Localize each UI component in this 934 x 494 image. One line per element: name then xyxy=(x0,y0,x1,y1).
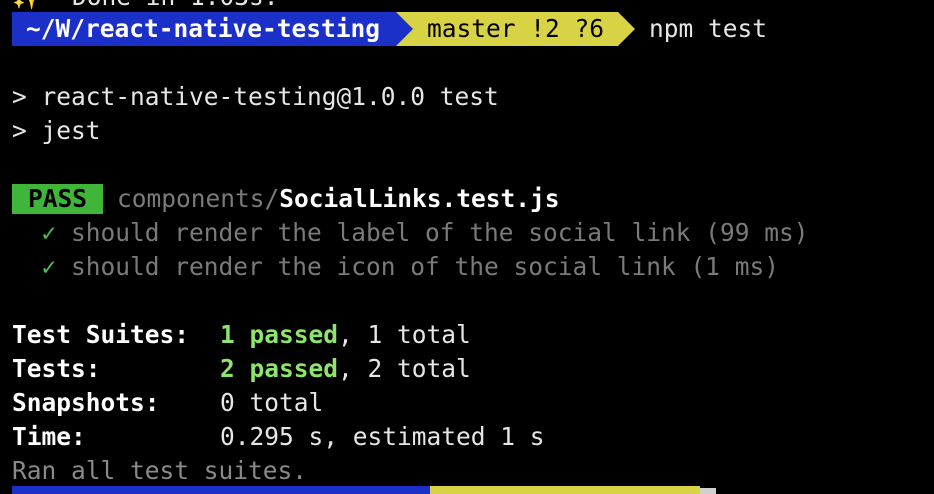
ran-all-text: Ran all test suites. xyxy=(12,456,308,485)
test-case-name: should render the label of the social li… xyxy=(71,218,809,247)
prompt-separator-arrow xyxy=(618,12,636,46)
text-cursor xyxy=(700,488,716,494)
summary-label: Tests: xyxy=(12,354,101,383)
summary-total: , 2 total xyxy=(338,354,471,383)
next-prompt-partial xyxy=(12,486,700,494)
checkmark-icon: ✓ xyxy=(41,218,57,247)
summary-label: Snapshots: xyxy=(12,388,160,417)
summary-passed: 2 passed xyxy=(220,354,339,383)
test-file-path: components/ xyxy=(117,184,280,213)
prompt-command: npm test xyxy=(649,14,768,43)
shell-prompt: ~/W/react-native-testing master !2 ?6 np… xyxy=(12,12,767,46)
terminal-window[interactable]: ✨ Done in 1.03s. ~/W/react-native-testin… xyxy=(0,0,934,494)
summary-time: Time: 0.295 s, estimated 1 s xyxy=(12,420,545,454)
prompt-directory-segment xyxy=(12,486,430,494)
summary-total: , 1 total xyxy=(338,320,471,349)
pass-badge: PASS xyxy=(12,184,104,214)
prompt-directory: ~/W/react-native-testing xyxy=(12,12,397,46)
summary-passed: 1 passed xyxy=(220,320,339,349)
sparkles-icon: ✨ xyxy=(12,0,43,11)
summary-label: Test Suites: xyxy=(12,320,190,349)
summary-suites: Test Suites: 1 passed, 1 total xyxy=(12,318,471,352)
done-text: Done in 1.03s. xyxy=(72,0,279,11)
test-case: ✓ should render the icon of the social l… xyxy=(12,250,780,284)
test-case: ✓ should render the label of the social … xyxy=(12,216,809,250)
summary-tests: Tests: 2 passed, 2 total xyxy=(12,352,471,386)
test-file-name: SocialLinks.test.js xyxy=(279,184,560,213)
script-line: > react-native-testing@1.0.0 test xyxy=(12,82,499,111)
summary-label: Time: xyxy=(12,422,86,451)
test-file-result: PASS components/SocialLinks.test.js xyxy=(12,182,560,216)
prompt-separator-arrow xyxy=(396,12,414,46)
summary-value: 0.295 s, estimated 1 s xyxy=(220,422,545,451)
summary-snapshots: Snapshots: 0 total xyxy=(12,386,323,420)
checkmark-icon: ✓ xyxy=(41,252,57,281)
prompt-git-status: master !2 ?6 xyxy=(413,12,619,46)
prompt-git-segment xyxy=(430,486,700,494)
script-line: > jest xyxy=(12,116,101,145)
test-case-name: should render the icon of the social lin… xyxy=(71,252,780,281)
summary-value: 0 total xyxy=(220,388,324,417)
